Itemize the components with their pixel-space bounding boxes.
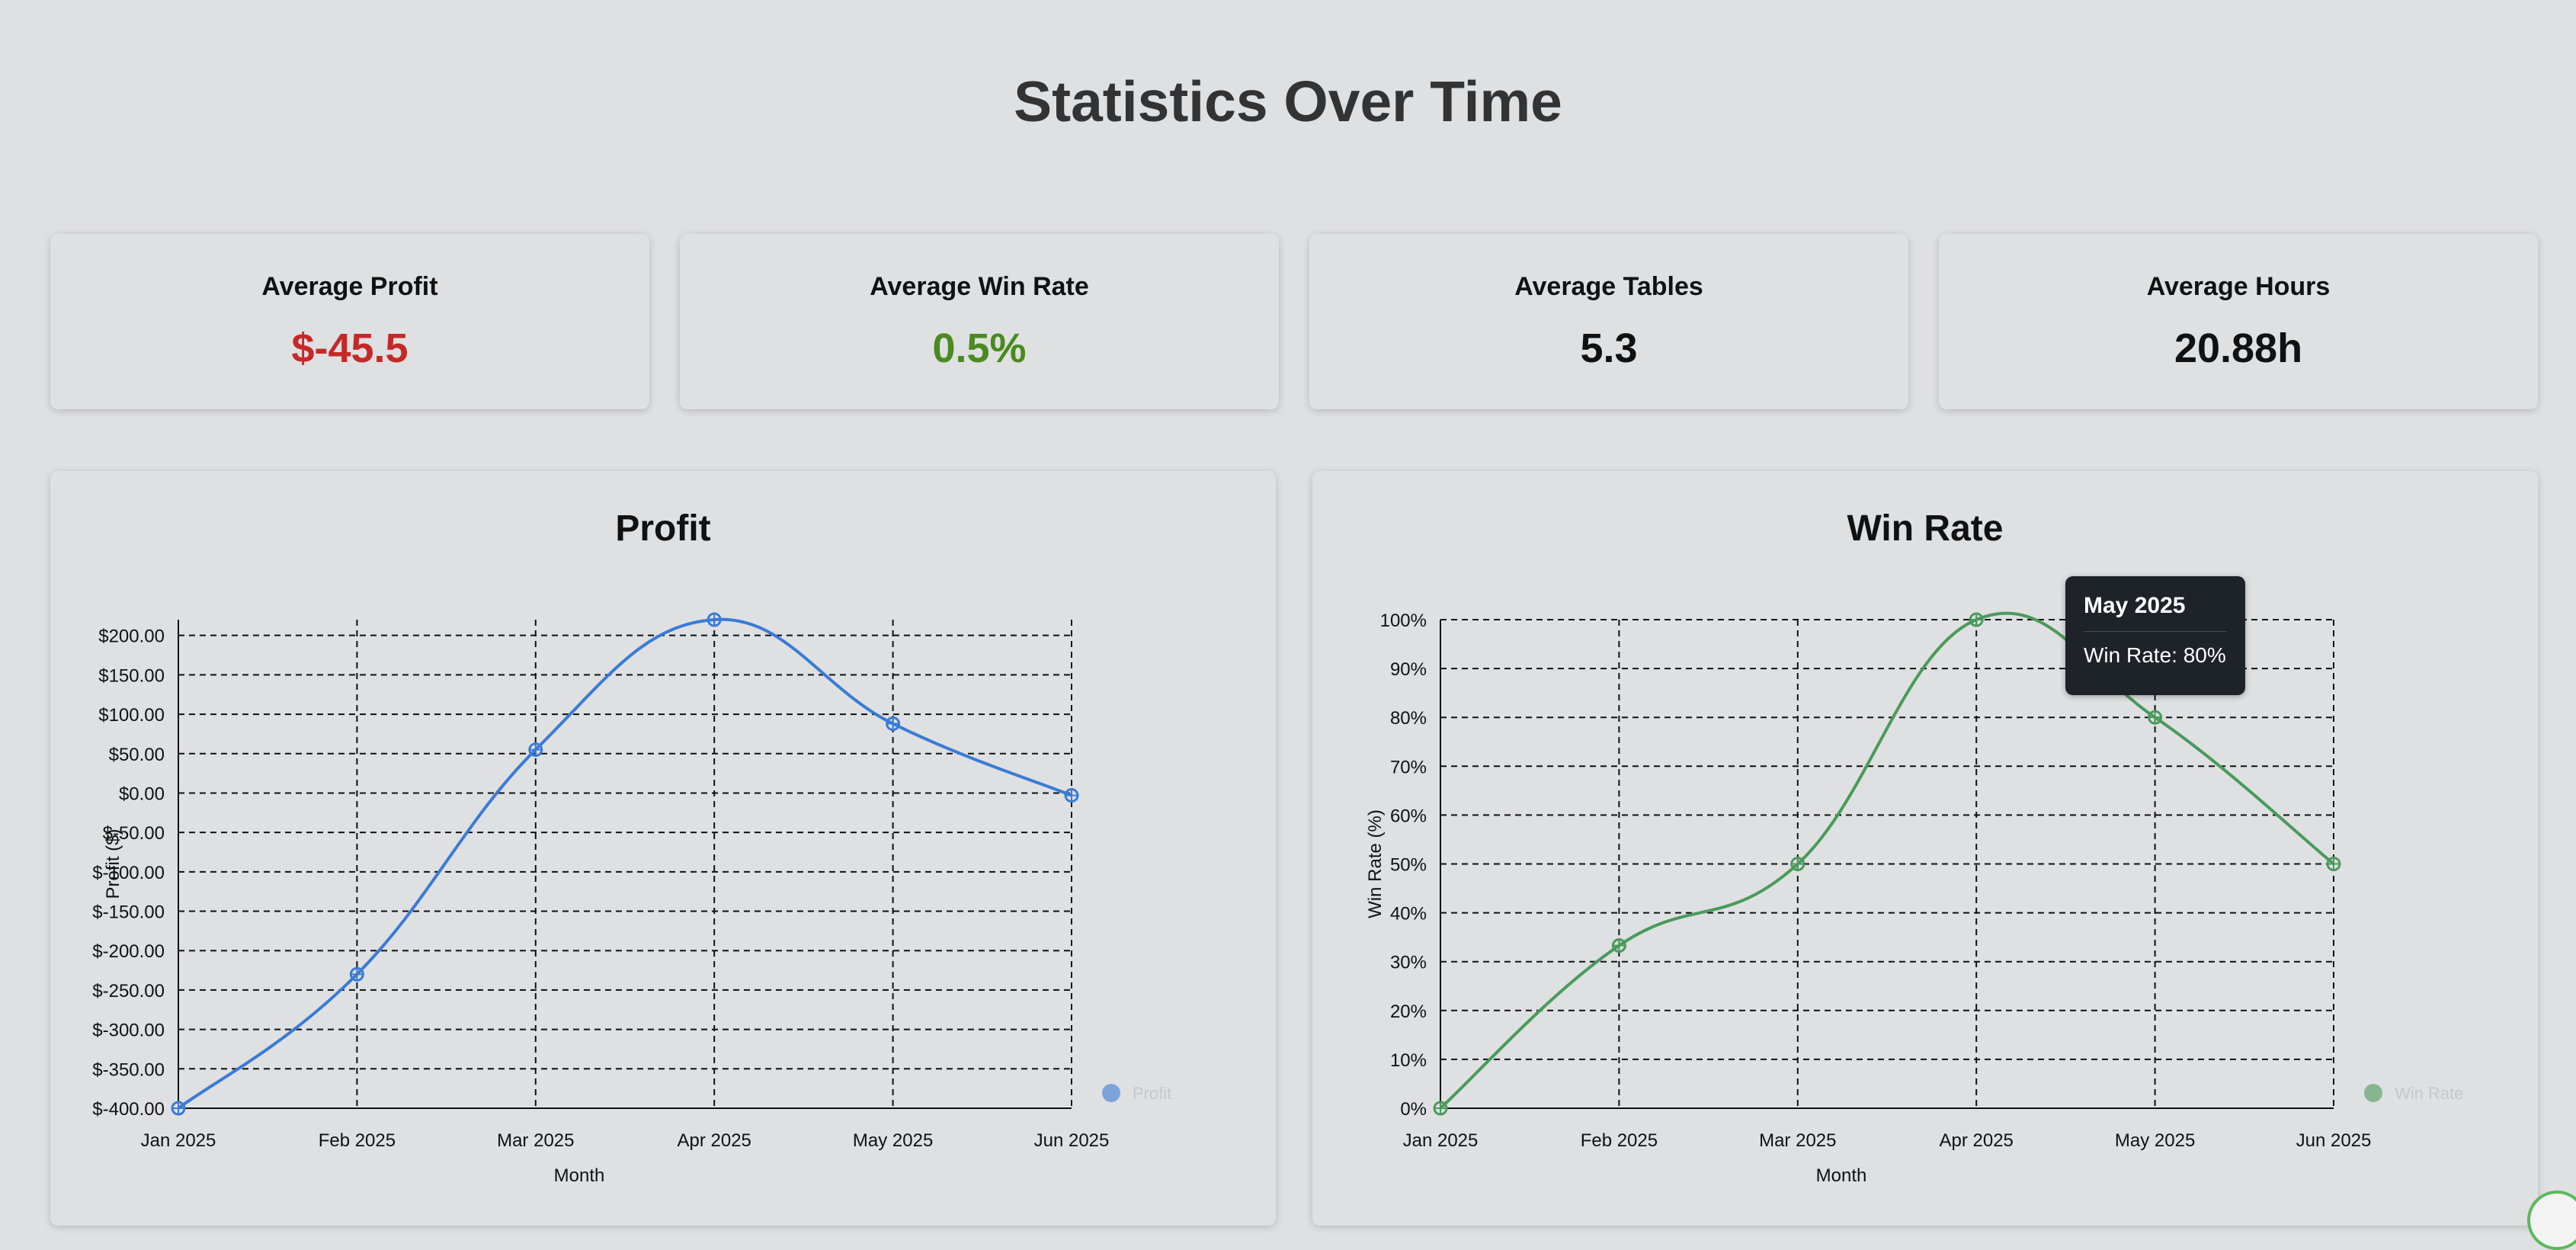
y-tick-label: $-150.00 (92, 902, 165, 923)
x-tick-label: Feb 2025 (319, 1130, 396, 1151)
y-tick-label: 20% (1390, 1002, 1427, 1022)
x-tick-label: Mar 2025 (497, 1130, 574, 1151)
y-tick-label: $-400.00 (92, 1099, 165, 1120)
stat-card-average-tables: Average Tables 5.3 (1309, 234, 1908, 409)
stat-value: 0.5% (932, 325, 1027, 371)
stat-value: 20.88h (2174, 325, 2303, 371)
x-tick-label: Apr 2025 (677, 1130, 751, 1151)
x-tick-label: Jun 2025 (2296, 1130, 2372, 1151)
profit-chart: $200.00$150.00$100.00$50.00$0.00$-50.00$… (92, 612, 1171, 1186)
stat-value: $-45.5 (291, 325, 409, 371)
profit-chart-card: Profit $200.00 $150.00 $100.00 $50.00 $0.00 $… (50, 471, 1276, 1226)
stat-card-average-win-rate: Average Win Rate 0.5% (680, 234, 1279, 409)
x-tick-label: Jan 2025 (141, 1130, 216, 1151)
y-tick-label: $200.00 (98, 627, 165, 647)
x-tick-label: May 2025 (853, 1130, 933, 1151)
y-tick-label: 70% (1390, 757, 1427, 777)
stat-value: 5.3 (1580, 325, 1638, 371)
floating-action-icon[interactable] (2527, 1191, 2576, 1250)
x-tick-label: May 2025 (2115, 1130, 2195, 1151)
win-rate-chart-card: Win Rate 100% 90% 80% 70% 60% 50% 40% 30% 20% 10%… (1312, 471, 2538, 1226)
legend-marker (2364, 1084, 2382, 1102)
y-tick-label: 40% (1390, 904, 1427, 925)
y-tick-label: $-250.00 (92, 981, 165, 1002)
stat-label: Average Tables (1514, 272, 1703, 301)
y-tick-label: 0% (1400, 1099, 1427, 1120)
legend-label: Profit (1133, 1084, 1171, 1103)
y-tick-label: $-350.00 (92, 1059, 165, 1080)
tooltip-divider (2084, 631, 2227, 632)
y-tick-label: 60% (1390, 806, 1427, 826)
x-axis-title: Month (554, 1165, 605, 1186)
x-tick-label: Jan 2025 (1403, 1130, 1479, 1151)
series-line (177, 617, 1072, 1110)
y-tick-label: 50% (1390, 855, 1427, 876)
y-tick-label: $150.00 (98, 665, 165, 686)
y-tick-label: $-200.00 (92, 941, 165, 962)
tooltip-title: May 2025 (2084, 593, 2186, 618)
x-tick-label: Feb 2025 (1581, 1130, 1658, 1151)
y-tick-label: 100% (1380, 611, 1427, 631)
y-axis-title: Profit ($) (103, 829, 123, 899)
y-tick-label: 80% (1390, 708, 1427, 729)
y-tick-label: $0.00 (119, 784, 165, 804)
x-axis-title: Month (1816, 1165, 1867, 1186)
stat-card-average-hours: Average Hours 20.88h (1939, 234, 2538, 409)
y-tick-label: $-300.00 (92, 1021, 165, 1041)
tooltip-body: Win Rate: 80% (2084, 643, 2226, 667)
page-title: Statistics Over Time (1014, 69, 1562, 133)
x-tick-label: Jun 2025 (1034, 1130, 1110, 1151)
y-axis-title: Win Rate (%) (1365, 809, 1386, 918)
y-tick-label: $50.00 (109, 745, 165, 765)
y-tick-label: 10% (1390, 1050, 1427, 1071)
x-tick-label: Mar 2025 (1759, 1130, 1836, 1151)
x-tick-label: Apr 2025 (1939, 1130, 2013, 1151)
y-tick-label: 90% (1390, 659, 1427, 680)
stat-label: Average Hours (2146, 272, 2331, 301)
legend-label: Win Rate (2395, 1084, 2463, 1103)
win-rate-chart: 100% 90% 80% 70% 60% 50% 40% 30% 20% 10% 0% Jan 202… (1365, 611, 2463, 1186)
chart-tooltip: May 2025 Win Rate: 80% (2065, 576, 2245, 695)
stat-label: Average Win Rate (870, 272, 1089, 301)
y-tick-label: $100.00 (98, 705, 165, 726)
y-tick-label: 30% (1390, 953, 1427, 973)
stat-card-average-profit: Average Profit $-45.5 (50, 234, 649, 409)
stat-label: Average Profit (261, 272, 438, 301)
legend-marker (1102, 1084, 1120, 1102)
